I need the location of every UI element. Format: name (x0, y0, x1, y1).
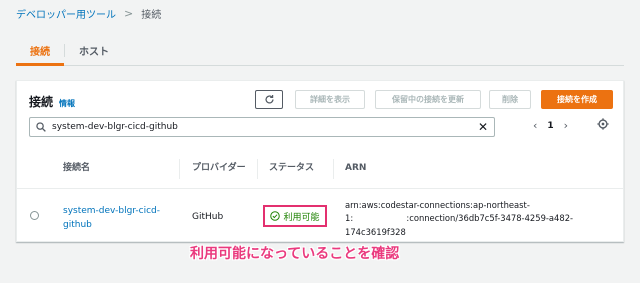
column-header-provider[interactable]: プロバイダー (192, 149, 258, 189)
arn-cell: arn:aws:codestar-connections:ap-northeas… (345, 199, 615, 239)
search-icon (36, 122, 46, 132)
check-circle-icon (270, 211, 281, 221)
table-row: system-dev-blgr-cicd-github GitHub 利用可能 … (17, 189, 623, 241)
tab-hosts[interactable]: ホスト (65, 36, 123, 65)
row-select-radio[interactable] (30, 211, 39, 220)
update-pending-button[interactable]: 保留中の接続を更新 (375, 90, 481, 109)
view-details-button[interactable]: 詳細を表示 (295, 90, 365, 109)
column-divider (333, 159, 334, 179)
panel-header: 接続 情報 (29, 93, 75, 110)
search-input[interactable] (52, 122, 478, 132)
connections-panel: 接続 情報 詳細を表示 保留中の接続を更新 削除 接続を作成 ✕ ‹ 1 › (16, 80, 624, 242)
table-header: 接続名 プロバイダー ステータス ARN (17, 149, 623, 189)
column-divider (257, 159, 258, 179)
column-divider (179, 159, 180, 179)
arn-line: 1: :connection/36db7c5f-3478-4259-a482- (345, 213, 574, 224)
connection-name-link[interactable]: system-dev-blgr-cicd-github (63, 205, 183, 232)
arn-line: 174c3619f328 (345, 226, 406, 237)
status-text: 利用可能 (283, 212, 320, 223)
refresh-button[interactable] (255, 90, 283, 109)
tab-bar: 接続 ホスト (16, 36, 624, 66)
create-connection-button[interactable]: 接続を作成 (541, 90, 613, 109)
info-link[interactable]: 情報 (59, 98, 75, 109)
pagination: ‹ 1 › (533, 119, 568, 132)
breadcrumb-current: 接続 (141, 10, 162, 21)
refresh-icon (265, 95, 274, 104)
chevron-left-icon[interactable]: ‹ (533, 119, 537, 132)
status-highlight: 利用可能 (263, 205, 327, 227)
arn-line: arn:aws:codestar-connections:ap-northeas… (345, 200, 530, 210)
panel-title: 接続 (29, 95, 54, 109)
tab-connections[interactable]: 接続 (16, 36, 64, 66)
column-header-arn[interactable]: ARN (345, 149, 366, 189)
chevron-right-icon[interactable]: › (564, 119, 568, 132)
breadcrumb-separator: > (124, 7, 134, 20)
provider-cell: GitHub (192, 212, 224, 222)
search-box: ✕ (29, 117, 495, 137)
column-header-status[interactable]: ステータス (269, 149, 314, 189)
breadcrumb: デベロッパー用ツール > 接続 (16, 6, 161, 21)
close-icon[interactable]: ✕ (478, 120, 488, 134)
breadcrumb-developer-tools[interactable]: デベロッパー用ツール (16, 6, 116, 21)
gear-icon[interactable] (597, 118, 609, 130)
annotation-caption: 利用可能になっていることを確認 (190, 246, 400, 262)
delete-button[interactable]: 削除 (489, 90, 531, 109)
page-number[interactable]: 1 (547, 121, 553, 131)
column-header-name[interactable]: 接続名 (63, 149, 90, 189)
